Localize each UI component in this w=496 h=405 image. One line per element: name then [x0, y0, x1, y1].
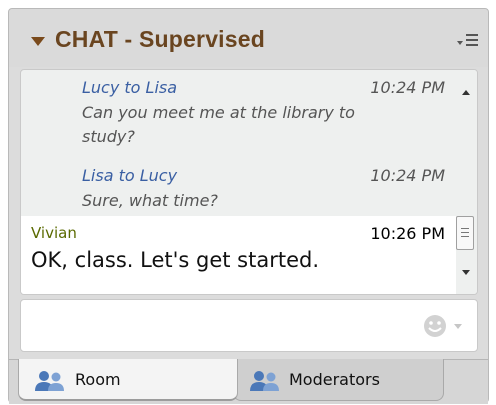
options-menu-icon[interactable] [454, 29, 482, 51]
current-message: Vivian 10:26 PM OK, class. Let's get sta… [21, 216, 456, 294]
message-time: 10:24 PM [370, 78, 445, 97]
message-list[interactable]: Lucy to Lisa 10:24 PM Can you meet me at… [20, 69, 478, 295]
message-text: Sure, what time? [82, 191, 218, 210]
panel-title: CHAT - Supervised [55, 26, 266, 52]
chat-header: CHAT - Supervised [9, 9, 488, 67]
chat-panel: CHAT - Supervised Lucy to Lisa 10:24 PM … [8, 8, 489, 404]
message-text: Can you meet me at the library to study? [82, 103, 355, 146]
chat-input[interactable] [20, 299, 478, 352]
message-scrollbar[interactable] [456, 70, 477, 294]
scroll-thumb[interactable] [456, 216, 474, 250]
current-message-time: 10:26 PM [370, 224, 445, 243]
tab-bar: Moderators Room [9, 359, 488, 404]
scroll-up-arrow-icon[interactable] [462, 90, 470, 95]
message-time: 10:24 PM [370, 166, 445, 185]
message-sender: Lisa to Lucy [82, 166, 178, 185]
smiley-icon[interactable] [421, 313, 467, 339]
tab-room[interactable]: Room [18, 359, 238, 401]
tab-label: Room [75, 370, 121, 389]
current-message-text: OK, class. Let's get started. [31, 248, 320, 272]
message-sender: Lucy to Lisa [82, 78, 178, 97]
current-message-sender: Vivian [31, 224, 77, 242]
tab-label: Moderators [289, 370, 380, 389]
people-icon [250, 371, 279, 391]
triangle-down-icon[interactable] [31, 37, 45, 46]
tab-moderators[interactable]: Moderators [233, 359, 444, 401]
scroll-down-arrow-icon[interactable] [462, 270, 470, 275]
people-icon [35, 371, 64, 391]
